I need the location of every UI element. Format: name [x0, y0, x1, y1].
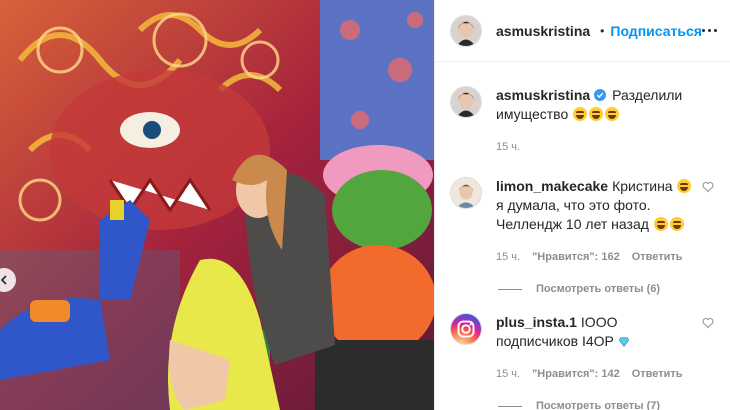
comment-time[interactable]: 15 ч.	[496, 365, 520, 384]
reply-button[interactable]: Ответить	[632, 248, 683, 267]
comment-avatar[interactable]	[450, 313, 482, 345]
instagram-logo-icon	[457, 320, 475, 338]
comment-item: plus_insta.1 IООО подписчиков I4ОР 15 ч. …	[450, 313, 714, 384]
comment-username[interactable]: limon_makecake	[496, 178, 608, 194]
comment-body: limon_makecake Кристина я думала, что это…	[496, 177, 714, 267]
caption-username[interactable]: asmuskristina	[496, 87, 590, 103]
reply-button[interactable]: Ответить	[632, 365, 683, 384]
like-heart-icon[interactable]	[702, 317, 714, 329]
comment-likes[interactable]: "Нравится": 142	[532, 365, 620, 384]
comment-body: plus_insta.1 IООО подписчиков I4ОР 15 ч. …	[496, 313, 714, 384]
laughing-emoji-icon	[653, 217, 668, 231]
laughing-emoji-icon	[589, 107, 604, 121]
laughing-emoji-icon	[573, 107, 588, 121]
caption: asmuskristina Разделили имущество 15 ч.	[450, 86, 714, 157]
caption-avatar[interactable]	[450, 86, 482, 118]
comment-text-start: Кристина	[612, 178, 673, 194]
comment-item: limon_makecake Кристина я думала, что это…	[450, 177, 714, 267]
instagram-post-view: asmuskristina • Подписаться asmuskristin…	[0, 0, 730, 410]
follow-button[interactable]: Подписаться	[610, 23, 702, 39]
laughing-emoji-icon	[605, 107, 620, 121]
caption-meta: 15 ч.	[496, 138, 694, 157]
comment-username[interactable]: plus_insta.1	[496, 314, 577, 330]
laughing-emoji-icon	[669, 217, 684, 231]
post-side-panel: asmuskristina • Подписаться asmuskristin…	[434, 0, 730, 410]
author-username[interactable]: asmuskristina	[496, 23, 590, 39]
caption-body: asmuskristina Разделили имущество 15 ч.	[496, 86, 714, 157]
replies-divider	[498, 405, 522, 407]
chevron-left-icon	[0, 275, 7, 285]
laughing-emoji-icon	[677, 179, 692, 193]
comment-meta: 15 ч. "Нравится": 142 Ответить	[496, 365, 694, 384]
comment-meta: 15 ч. "Нравится": 162 Ответить	[496, 248, 694, 267]
post-header: asmuskristina • Подписаться	[435, 0, 730, 62]
comment-avatar[interactable]	[450, 177, 482, 209]
view-replies-label: Посмотреть ответы (6)	[536, 283, 661, 295]
verified-badge-icon	[594, 89, 607, 101]
replies-divider	[498, 288, 522, 290]
view-replies-button[interactable]: Посмотреть ответы (6)	[498, 283, 714, 295]
comment-likes[interactable]: "Нравится": 162	[532, 248, 620, 267]
comment-time[interactable]: 15 ч.	[496, 248, 520, 267]
view-replies-button[interactable]: Посмотреть ответы (7)	[498, 400, 714, 410]
caption-time[interactable]: 15 ч.	[496, 138, 520, 157]
photo-illustration	[0, 0, 434, 410]
post-photo[interactable]	[0, 0, 434, 410]
comments-list: asmuskristina Разделили имущество 15 ч. l…	[435, 62, 730, 410]
separator-dot: •	[600, 23, 605, 38]
more-options-icon[interactable]	[701, 25, 717, 36]
author-avatar[interactable]	[450, 14, 482, 47]
gem-emoji-icon	[618, 337, 630, 347]
view-replies-label: Посмотреть ответы (7)	[536, 400, 661, 410]
comment-text-rest: я думала, что это фото. Челлендж 10 лет …	[496, 197, 651, 232]
like-heart-icon[interactable]	[702, 181, 714, 193]
